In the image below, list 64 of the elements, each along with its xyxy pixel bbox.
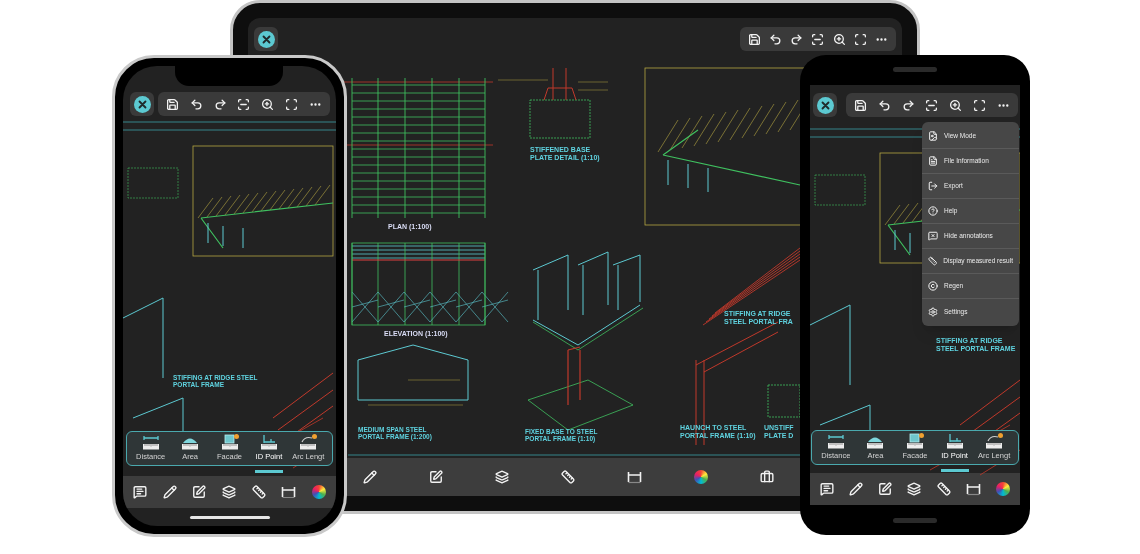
fit-view-icon[interactable] [811,32,825,46]
redo-icon[interactable] [901,98,915,112]
layers-icon[interactable] [907,482,922,496]
close-button[interactable] [130,92,154,116]
color-wheel-icon[interactable] [995,482,1010,496]
frame-icon[interactable] [627,470,642,484]
corner-ruler-icon [258,434,279,451]
save-icon[interactable] [166,97,179,111]
comment-cross-icon [928,231,938,241]
zoom-icon[interactable] [261,97,275,111]
frame-icon[interactable] [281,485,297,499]
zoom-icon[interactable] [949,98,963,112]
undo-icon[interactable] [769,32,783,46]
comment-icon[interactable] [820,482,834,496]
layers-icon[interactable] [221,485,236,499]
pencil-icon[interactable] [162,485,177,499]
settings-icon [928,306,938,317]
ruler-icon[interactable] [936,482,951,496]
pencil-icon[interactable] [363,470,377,484]
fit-view-icon[interactable] [925,98,939,112]
frame-icon[interactable] [965,482,981,496]
help-icon [928,206,938,216]
ruler-icon [928,256,938,266]
undo-icon[interactable] [189,97,203,111]
zoom-icon[interactable] [832,32,846,46]
document-icon [928,156,938,166]
arc-ruler-icon [984,433,1005,450]
fullscreen-icon[interactable] [853,32,867,46]
redo-icon[interactable] [213,97,227,111]
ruler-icon[interactable] [251,485,266,499]
cube-ruler-icon [905,433,925,450]
close-icon [257,30,275,48]
speaker-slot [893,518,937,523]
redo-icon[interactable] [790,32,804,46]
selection-indicator [940,469,969,472]
edit-icon[interactable] [192,485,207,499]
close-button[interactable] [813,93,837,117]
export-icon [928,181,938,191]
arc-ruler-icon [298,434,319,451]
close-icon [816,96,834,114]
color-wheel-icon[interactable] [311,485,326,499]
close-button[interactable] [254,27,278,51]
color-wheel-icon[interactable] [694,470,708,484]
layers-icon[interactable] [495,470,509,484]
undo-icon[interactable] [877,98,891,112]
fit-view-icon[interactable] [237,97,251,111]
fullscreen-icon[interactable] [973,98,987,112]
pencil-icon[interactable] [849,482,864,496]
save-icon[interactable] [748,32,761,46]
corner-ruler-icon [944,433,965,450]
edit-icon[interactable] [878,482,893,496]
dimension-ruler-icon [140,434,161,451]
selection-indicator [255,470,284,473]
ruler-icon[interactable] [561,470,575,484]
save-icon[interactable] [854,98,867,112]
file-image-icon [928,131,938,141]
fullscreen-icon[interactable] [285,97,299,111]
cube-ruler-icon [219,434,240,451]
close-icon [133,95,151,113]
comment-icon[interactable] [133,485,147,499]
dimension-ruler-icon [825,433,846,450]
toolbox-icon[interactable] [760,470,774,484]
edit-icon[interactable] [429,470,443,484]
speaker-slot [893,67,937,72]
